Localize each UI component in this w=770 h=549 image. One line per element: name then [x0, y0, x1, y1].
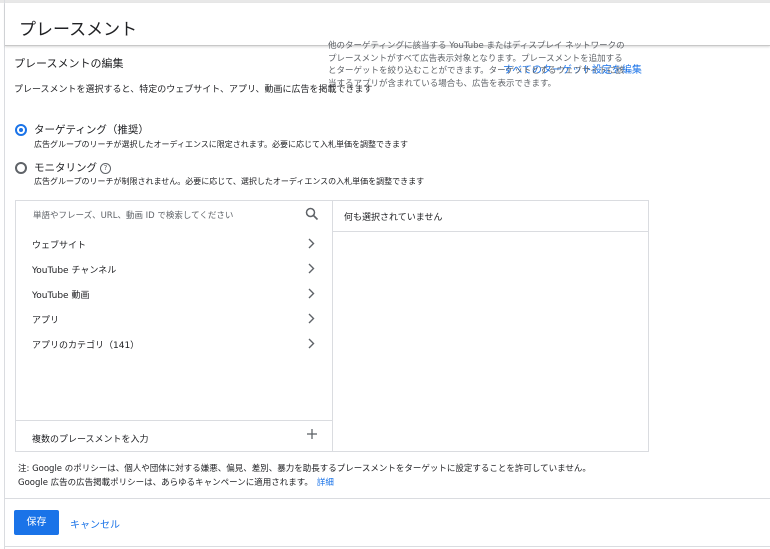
list-item-websites[interactable]: ウェブサイト [16, 232, 332, 256]
chevron-right-icon [308, 263, 315, 274]
list-item-label: アプリのカテゴリ（141） [32, 341, 140, 351]
enter-multiple-placements-row[interactable]: 複数のプレースメントを入力 [16, 420, 332, 452]
cancel-button[interactable]: キャンセル [70, 516, 120, 531]
search-input[interactable] [33, 209, 293, 223]
help-icon[interactable]: ? [100, 163, 111, 174]
save-button[interactable]: 保存 [14, 510, 59, 535]
panel-divider [332, 201, 333, 451]
section-description: プレースメントを選択すると、特定のウェブサイト、アプリ、動画に広告を掲載できます [14, 85, 373, 95]
chevron-right-icon [308, 313, 315, 324]
details-link[interactable]: 詳細 [317, 478, 334, 488]
chevron-right-icon [308, 238, 315, 249]
monitoring-option[interactable]: モニタリング? [34, 160, 111, 175]
list-item-label: YouTube 動画 [32, 291, 90, 301]
search-icon[interactable] [305, 207, 319, 221]
policy-note-2-text: Google 広告の広告掲載ポリシーは、あらゆるキャンペーンに適用されます。 [18, 478, 313, 488]
selection-info-text: 他のターゲティングに該当する YouTube またはディスプレイ ネットワークの… [328, 41, 625, 89]
page-title: プレースメント [19, 20, 138, 40]
list-item-youtube-videos[interactable]: YouTube 動画 [16, 282, 332, 306]
footer-divider [5, 498, 770, 499]
chevron-right-icon [308, 338, 315, 349]
search-box [16, 201, 332, 231]
list-item-label: アプリ [32, 316, 60, 326]
policy-note: 注: Google のポリシーは、個人や団体に対する嫌悪、偏見、差別、暴力を助長… [18, 464, 591, 474]
enter-multiple-placements-label: 複数のプレースメントを入力 [32, 435, 149, 445]
list-item-app-categories[interactable]: アプリのカテゴリ（141） [16, 332, 332, 356]
selection-header-label: 何も選択されていません [344, 213, 443, 223]
monitoring-option-description: 広告グループのリーチが制限されません。必要に応じて、選択したオーディエンスの入札… [34, 177, 425, 186]
policy-note-2: Google 広告の広告掲載ポリシーは、あらゆるキャンペーンに適用されます。 詳細 [18, 476, 334, 488]
placement-panel: ウェブサイト YouTube チャンネル YouTube 動画 アプリ アプリの… [15, 200, 649, 452]
list-item-label: ウェブサイト [32, 241, 87, 251]
bottom-divider [5, 546, 770, 547]
targeting-option-description: 広告グループのリーチが選択したオーディエンスに限定されます。必要に応じて入札単価… [34, 140, 408, 149]
monitoring-radio[interactable] [15, 162, 27, 174]
chevron-right-icon [308, 288, 315, 299]
list-item-label: YouTube チャンネル [32, 266, 117, 276]
selection-header: 何も選択されていません [333, 201, 648, 232]
list-item-apps[interactable]: アプリ [16, 307, 332, 331]
targeting-option-label[interactable]: ターゲティング（推奨） [34, 122, 149, 137]
list-item-youtube-channels[interactable]: YouTube チャンネル [16, 257, 332, 281]
monitoring-option-label: モニタリング [34, 162, 97, 174]
section-title: プレースメントの編集 [14, 57, 124, 70]
plus-icon[interactable] [306, 428, 318, 440]
targeting-radio[interactable] [15, 124, 27, 136]
